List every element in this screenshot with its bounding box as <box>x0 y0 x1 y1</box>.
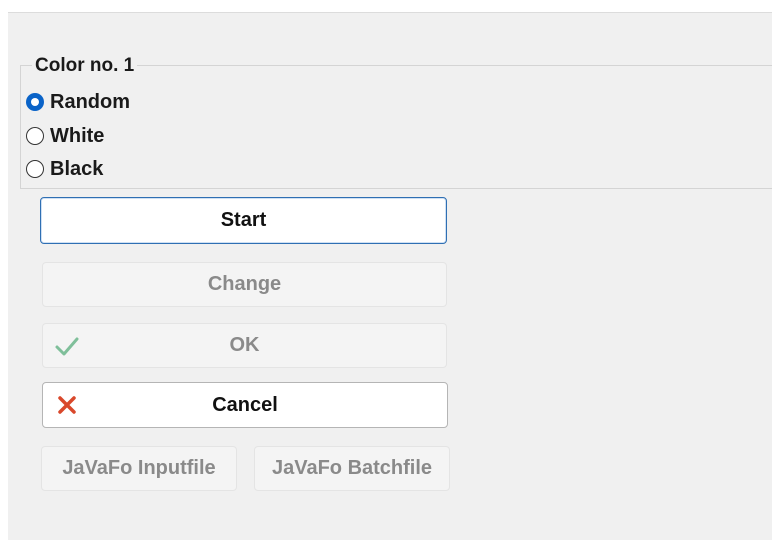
radio-random[interactable]: Random <box>26 87 130 117</box>
radio-white[interactable]: White <box>26 121 104 151</box>
javafo-inputfile-button[interactable]: JaVaFo Inputfile <box>41 446 237 491</box>
change-button[interactable]: Change <box>42 262 447 307</box>
radio-random-indicator[interactable] <box>26 93 44 111</box>
checkmark-icon <box>53 332 81 360</box>
cancel-button-label: Cancel <box>212 393 278 416</box>
radio-white-indicator[interactable] <box>26 127 44 145</box>
javafo-batchfile-label: JaVaFo Batchfile <box>271 457 433 479</box>
radio-black[interactable]: Black <box>26 154 103 184</box>
start-button-label: Start <box>220 209 267 231</box>
radio-white-label: White <box>50 124 105 147</box>
radio-black-label: Black <box>50 157 104 180</box>
close-icon <box>53 391 81 419</box>
radio-random-label: Random <box>50 90 130 113</box>
javafo-batchfile-button[interactable]: JaVaFo Batchfile <box>254 446 450 491</box>
ok-button[interactable]: OK <box>42 323 447 368</box>
ok-button-label: OK <box>229 334 260 356</box>
cancel-button[interactable]: Cancel <box>42 382 448 428</box>
javafo-inputfile-label: JaVaFo Inputfile <box>62 457 216 479</box>
change-button-label: Change <box>207 273 282 295</box>
radio-black-indicator[interactable] <box>26 160 44 178</box>
start-button[interactable]: Start <box>40 197 447 244</box>
color-group-title: Color no. 1 <box>32 55 138 77</box>
color-group-box <box>20 65 772 189</box>
